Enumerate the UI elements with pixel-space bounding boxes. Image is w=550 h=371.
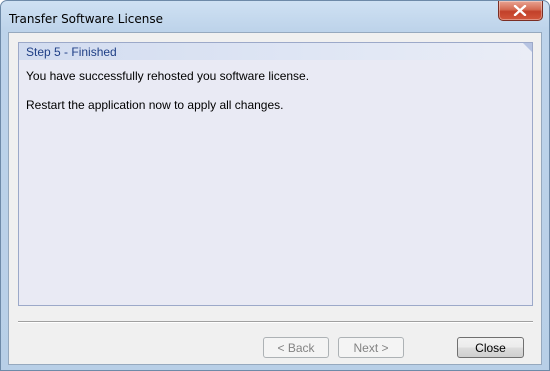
dialog-client-area: Step 5 - Finished You have successfully … [8, 32, 542, 365]
step-title: Step 5 - Finished [26, 45, 117, 59]
step-panel: Step 5 - Finished You have successfully … [18, 42, 533, 306]
button-separator [18, 321, 533, 323]
window-close-button[interactable] [498, 1, 543, 21]
close-button[interactable]: Close [457, 337, 524, 358]
success-message: You have successfully rehosted you softw… [26, 69, 310, 83]
title-bar[interactable]: Transfer Software License [1, 1, 549, 34]
close-x-icon [513, 5, 527, 16]
back-button[interactable]: < Back [263, 337, 329, 358]
restart-message: Restart the application now to apply all… [26, 98, 284, 112]
next-button[interactable]: Next > [338, 337, 404, 358]
dialog-window: Transfer Software License Step 5 - Finis… [0, 0, 550, 371]
window-title: Transfer Software License [9, 12, 164, 26]
header-corner-decoration [523, 43, 532, 52]
step-header: Step 5 - Finished [19, 43, 532, 60]
